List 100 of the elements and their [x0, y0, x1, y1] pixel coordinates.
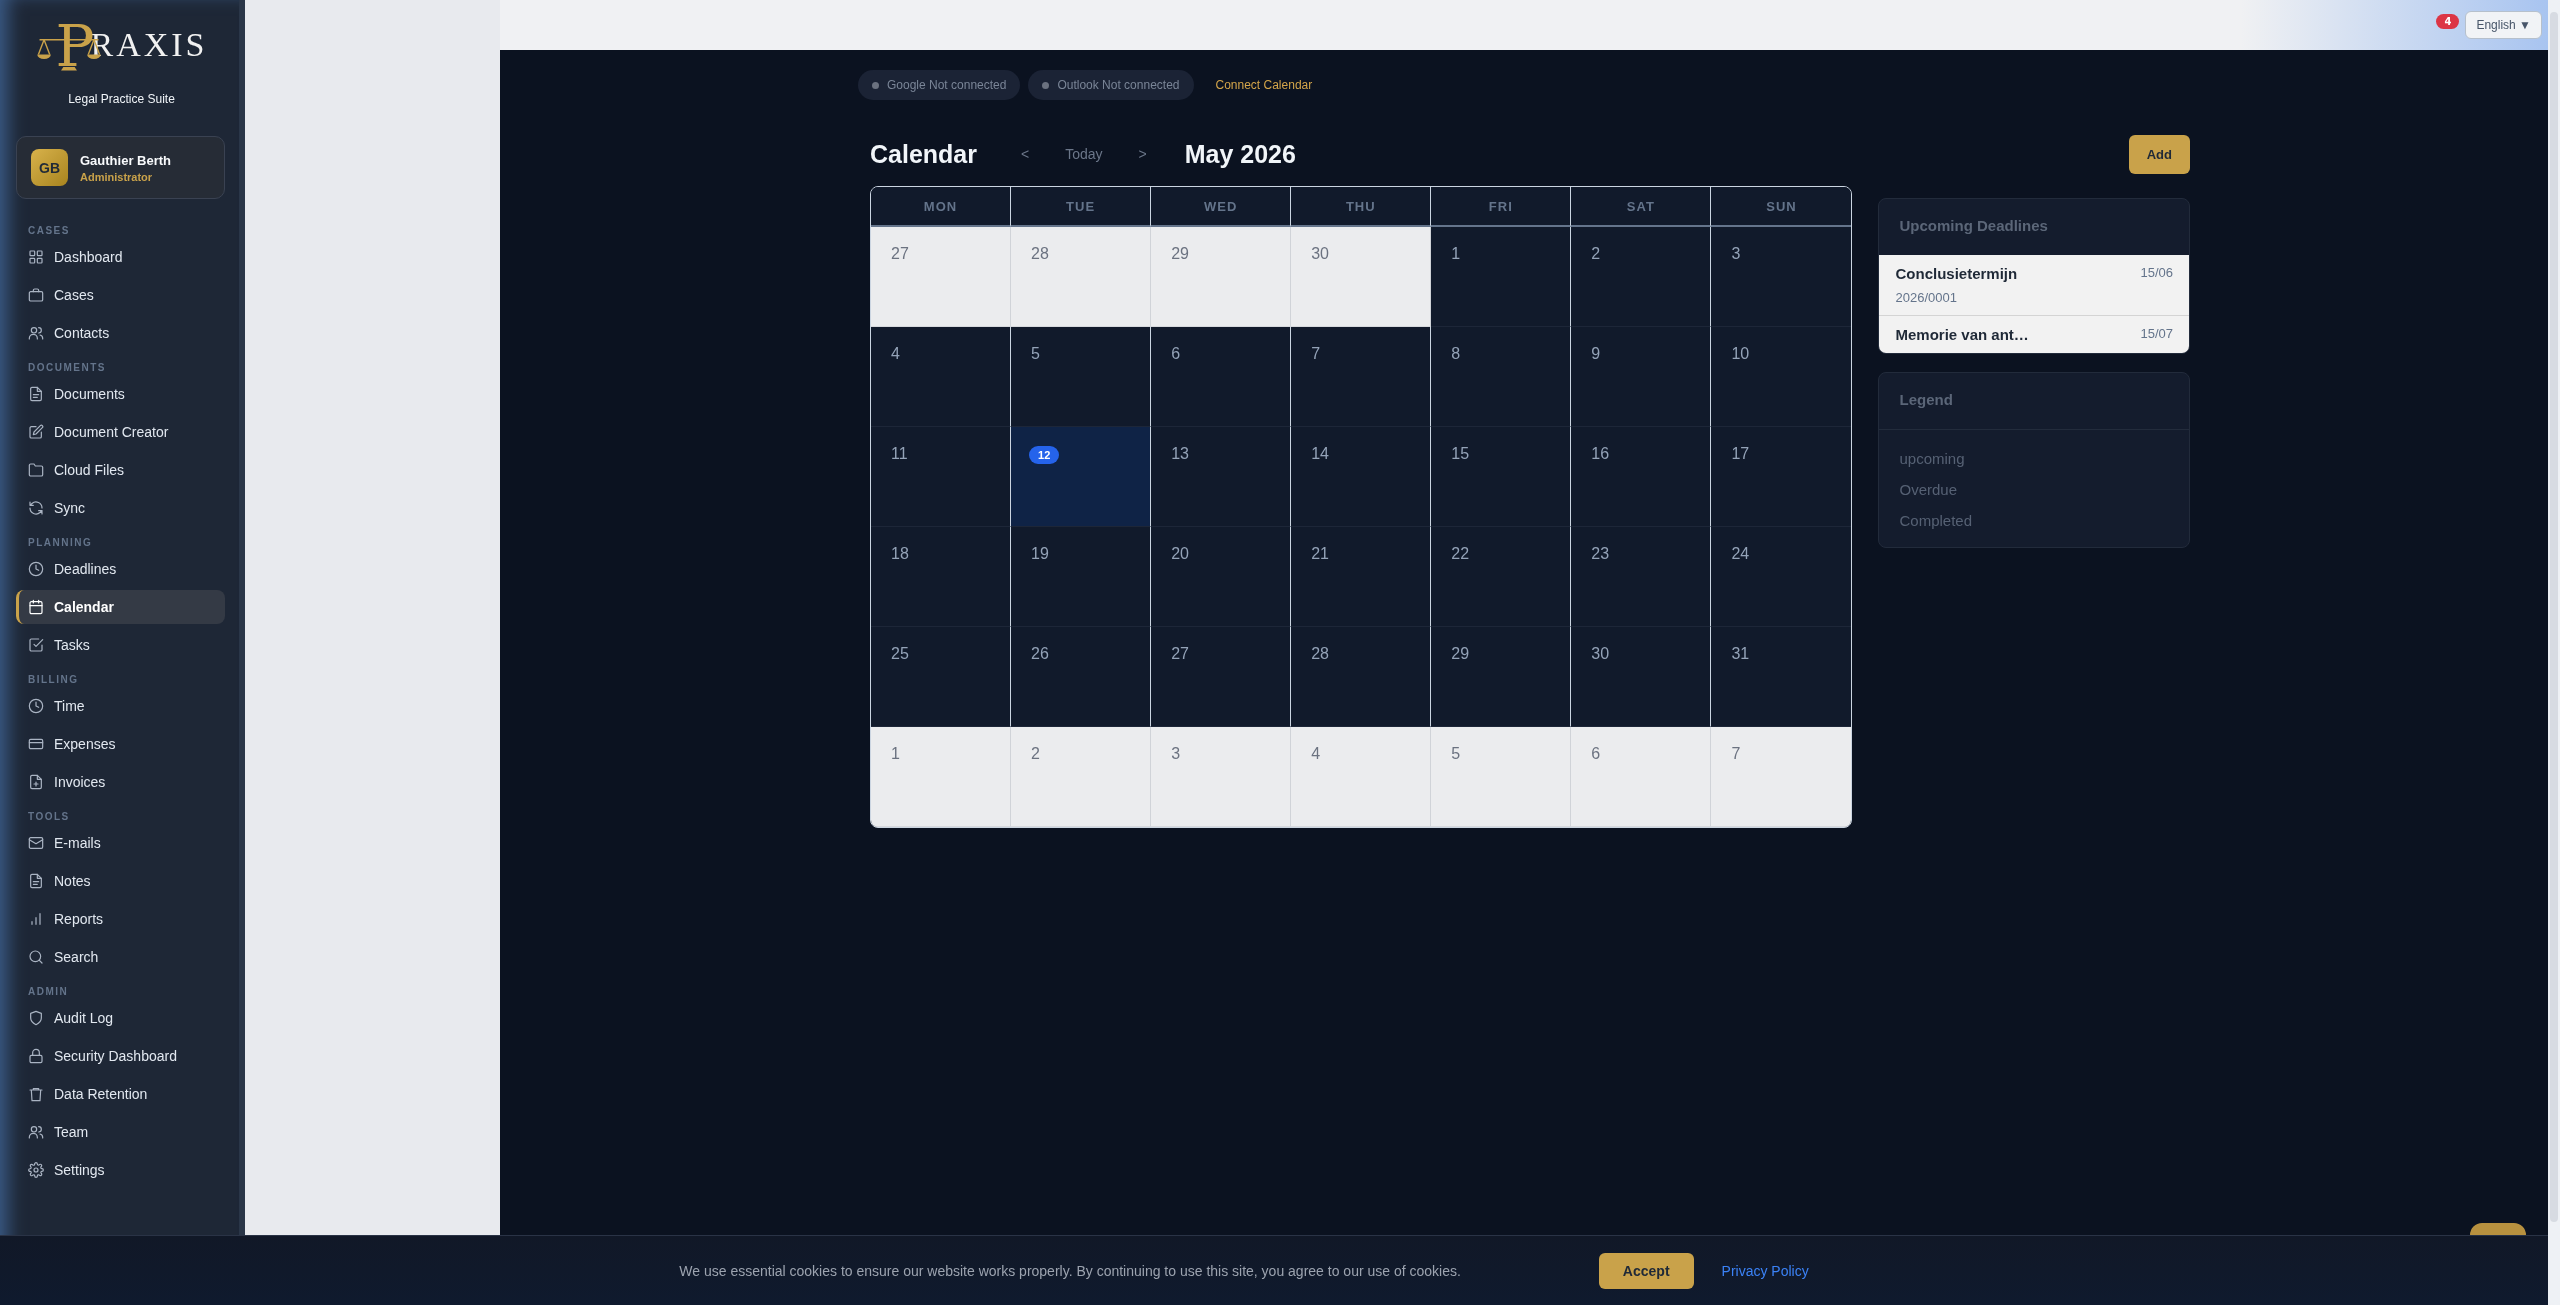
- nav-item[interactable]: Dashboard: [16, 240, 225, 274]
- day-cell[interactable]: 1: [871, 727, 1012, 827]
- nav-item[interactable]: Invoices: [16, 765, 225, 799]
- day-cell[interactable]: 7: [1711, 727, 1852, 827]
- document-icon: [28, 386, 44, 402]
- day-number: 27: [891, 245, 909, 262]
- day-cell[interactable]: 8: [1431, 327, 1572, 427]
- day-number: 30: [1591, 645, 1610, 662]
- day-cell[interactable]: 16: [1571, 427, 1712, 527]
- deadline-title: Memorie van ant…: [1895, 326, 2029, 343]
- notification-badge[interactable]: 4: [2436, 14, 2460, 29]
- users-icon: [28, 325, 44, 341]
- nav-item[interactable]: Search: [16, 940, 225, 974]
- day-cell[interactable]: 14: [1291, 427, 1432, 527]
- day-cell[interactable]: 28: [1291, 627, 1432, 727]
- weekday-header: TUE: [1011, 187, 1152, 227]
- day-cell[interactable]: 21: [1291, 527, 1432, 627]
- day-cell[interactable]: 19: [1011, 527, 1152, 627]
- day-cell[interactable]: 25: [871, 627, 1012, 727]
- day-cell[interactable]: 15: [1431, 427, 1572, 527]
- connect-calendar-link[interactable]: Connect Calendar: [1215, 78, 1313, 92]
- nav-item[interactable]: Reports: [16, 902, 225, 936]
- weekday-header: SAT: [1571, 187, 1712, 227]
- nav-item[interactable]: Time: [16, 689, 225, 723]
- day-cell[interactable]: 29: [1431, 627, 1572, 727]
- day-cell[interactable]: 11: [871, 427, 1012, 527]
- day-cell[interactable]: 30: [1571, 627, 1712, 727]
- nav-item[interactable]: Audit Log: [16, 1001, 225, 1035]
- day-cell[interactable]: 3: [1151, 727, 1292, 827]
- deadline-item[interactable]: Memorie van ant… 15/07: [1879, 316, 2189, 353]
- legend-item: upcoming: [1899, 450, 1966, 467]
- user-card[interactable]: GB Gauthier Berth Administrator: [16, 136, 225, 199]
- nav-item[interactable]: Calendar: [16, 590, 225, 624]
- nav-item[interactable]: Deadlines: [16, 552, 225, 586]
- weekday-header: SUN: [1711, 187, 1852, 227]
- privacy-policy-link[interactable]: Privacy Policy: [1721, 1262, 1809, 1279]
- mail-icon: [28, 835, 44, 851]
- edit-icon: [28, 424, 44, 440]
- nav-item[interactable]: Sync: [16, 491, 225, 525]
- nav-item[interactable]: Data Retention: [16, 1077, 225, 1111]
- day-cell[interactable]: 26: [1011, 627, 1152, 727]
- nav-item[interactable]: Team: [16, 1115, 225, 1149]
- today-button[interactable]: Today: [1043, 142, 1125, 166]
- day-number: 28: [1311, 645, 1329, 662]
- day-cell[interactable]: 20: [1151, 527, 1292, 627]
- nav-item[interactable]: Document Creator: [16, 415, 225, 449]
- accept-button[interactable]: Accept: [1598, 1252, 1694, 1289]
- day-cell[interactable]: 22: [1431, 527, 1572, 627]
- search-icon: [28, 949, 44, 965]
- legend-item: Overdue: [1899, 481, 1959, 498]
- deadline-date: 15/07: [2140, 326, 2173, 343]
- floating-action-button[interactable]: [2470, 1223, 2526, 1235]
- day-number: 22: [1451, 545, 1470, 562]
- nav-item[interactable]: Cases: [16, 278, 225, 312]
- day-cell[interactable]: 27: [1151, 627, 1292, 727]
- nav-item[interactable]: Settings: [16, 1153, 225, 1187]
- language-dropdown[interactable]: English ▼: [2465, 11, 2542, 39]
- nav-item[interactable]: Cloud Files: [16, 453, 225, 487]
- day-number: 13: [1171, 445, 1189, 462]
- day-cell[interactable]: 6: [1151, 327, 1292, 427]
- nav-item[interactable]: Tasks: [16, 628, 225, 662]
- day-cell[interactable]: 12: [1011, 427, 1152, 527]
- day-cell[interactable]: 5: [1431, 727, 1572, 827]
- day-cell[interactable]: 4: [871, 327, 1012, 427]
- previous-button[interactable]: <: [1007, 142, 1044, 166]
- weekday-header: WED: [1151, 187, 1292, 227]
- day-cell[interactable]: 6: [1571, 727, 1712, 827]
- nav-item[interactable]: Contacts: [16, 316, 225, 350]
- day-number: 5: [1031, 345, 1040, 362]
- nav-item[interactable]: Security Dashboard: [16, 1039, 225, 1073]
- day-cell[interactable]: 29: [1151, 227, 1292, 327]
- next-button[interactable]: >: [1124, 142, 1161, 166]
- nav-item[interactable]: E-mails: [16, 826, 225, 860]
- deadline-date: 15/06: [2140, 265, 2173, 282]
- day-cell[interactable]: 2: [1011, 727, 1152, 827]
- page-title: Calendar: [870, 139, 977, 169]
- day-cell[interactable]: 1: [1431, 227, 1572, 327]
- day-cell[interactable]: 27: [871, 227, 1012, 327]
- day-cell[interactable]: 23: [1571, 527, 1712, 627]
- day-cell[interactable]: 28: [1011, 227, 1152, 327]
- user-name: Gauthier Berth: [80, 152, 171, 168]
- day-cell[interactable]: 18: [871, 527, 1012, 627]
- day-cell[interactable]: 5: [1011, 327, 1152, 427]
- day-number: 7: [1731, 745, 1741, 762]
- nav-item[interactable]: Documents: [16, 377, 225, 411]
- day-cell[interactable]: 30: [1291, 227, 1432, 327]
- weekday-header: MON: [871, 187, 1012, 227]
- file-plus-icon: [28, 774, 44, 790]
- day-cell[interactable]: 13: [1151, 427, 1292, 527]
- day-number: 8: [1451, 345, 1461, 362]
- nav-item[interactable]: Expenses: [16, 727, 225, 761]
- day-cell[interactable]: 4: [1291, 727, 1432, 827]
- nav-item[interactable]: Notes: [16, 864, 225, 898]
- day-cell[interactable]: 2: [1571, 227, 1712, 327]
- day-cell[interactable]: 7: [1291, 327, 1432, 427]
- deadline-item[interactable]: Conclusietermijn 2026/0001 15/06: [1879, 255, 2189, 316]
- today-badge: 12: [1029, 446, 1060, 464]
- legend-item: Completed: [1899, 512, 1974, 529]
- add-button[interactable]: Add: [2128, 134, 2190, 174]
- day-cell[interactable]: 9: [1571, 327, 1712, 427]
